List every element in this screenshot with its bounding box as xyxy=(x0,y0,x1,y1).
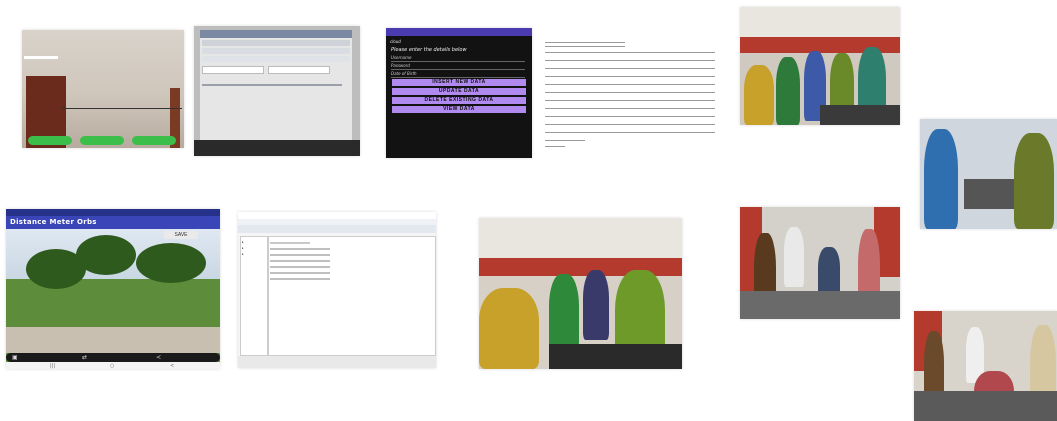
menu-bar xyxy=(202,40,350,46)
person xyxy=(583,270,609,340)
camera-controls xyxy=(6,353,220,362)
console-line xyxy=(545,92,715,93)
console-line xyxy=(545,76,715,77)
person xyxy=(744,65,774,125)
dob-underline xyxy=(391,77,525,78)
desk xyxy=(740,291,900,319)
console-line xyxy=(545,60,715,61)
camera-button-2[interactable] xyxy=(80,136,124,145)
app-name: cloud xyxy=(390,39,401,44)
dob-field[interactable]: Date of Birth xyxy=(391,71,417,76)
data-entry-app-screenshot: cloud Please enter the details below Use… xyxy=(386,28,532,158)
status-bar xyxy=(6,209,220,216)
ceiling xyxy=(479,218,682,258)
tree xyxy=(136,243,206,283)
username-underline xyxy=(391,61,525,62)
update-data-button[interactable]: UPDATE DATA xyxy=(392,88,526,95)
monitor-bezel xyxy=(194,140,360,156)
delete-data-button[interactable]: DELETE EXISTING DATA xyxy=(392,97,526,104)
camera-measure-screenshot xyxy=(22,30,184,148)
measure-line xyxy=(62,108,182,109)
insert-data-button[interactable]: INSERT NEW DATA xyxy=(392,79,526,86)
input-box-2 xyxy=(268,66,330,74)
list-header xyxy=(270,242,310,244)
list-item[interactable] xyxy=(270,278,330,280)
console-output xyxy=(545,38,715,150)
list-item[interactable] xyxy=(270,266,330,268)
console-line xyxy=(545,132,715,133)
username-field[interactable]: Username xyxy=(391,55,411,60)
view-data-button[interactable]: VIEW DATA xyxy=(392,106,526,113)
console-line xyxy=(545,84,715,85)
console-line xyxy=(545,116,715,117)
image-icon[interactable]: ▣ xyxy=(12,354,18,361)
toolbar xyxy=(202,48,350,54)
list-item[interactable] xyxy=(270,248,330,250)
save-button[interactable]: SAVE xyxy=(164,231,198,239)
app-title: Distance Meter Orbs xyxy=(10,218,97,226)
data-row xyxy=(202,84,342,86)
desk xyxy=(914,391,1057,421)
desk xyxy=(820,105,900,125)
person xyxy=(549,274,579,354)
status-bar xyxy=(386,28,532,36)
person xyxy=(784,227,804,287)
ceiling-light xyxy=(24,56,58,59)
list-item[interactable] xyxy=(270,254,330,256)
person xyxy=(479,288,539,369)
desktop-photo xyxy=(194,26,360,156)
person xyxy=(776,57,800,125)
person xyxy=(818,247,840,297)
person xyxy=(1014,133,1054,229)
status-footer xyxy=(238,356,436,368)
console-line xyxy=(545,140,585,141)
folder-icon[interactable]: ▸ xyxy=(242,240,244,244)
folder-icon[interactable]: ▸ xyxy=(242,252,244,256)
share-icon[interactable]: ≺ xyxy=(156,354,161,361)
monitor-screen xyxy=(200,30,352,142)
camera-button-1[interactable] xyxy=(28,136,72,145)
tree xyxy=(76,235,136,275)
lab-photo-2 xyxy=(920,119,1057,229)
list-item[interactable] xyxy=(270,260,330,262)
console-line xyxy=(545,146,565,147)
road xyxy=(6,327,220,353)
window-titlebar xyxy=(238,212,436,219)
console-line xyxy=(545,100,715,101)
console-line xyxy=(545,52,715,53)
nav-home-icon[interactable]: ○ xyxy=(110,363,114,369)
nav-back-icon[interactable]: < xyxy=(170,363,174,369)
console-line xyxy=(545,46,625,47)
share-icon[interactable]: ⇄ xyxy=(82,354,87,361)
console-line xyxy=(545,124,715,125)
file-manager-screenshot: ▸ ▸ ▸ xyxy=(238,212,436,368)
distance-meter-app-screenshot: Distance Meter Orbs SAVE ▣ ⇄ ≺ ||| ○ < xyxy=(6,209,220,369)
toolbar xyxy=(238,225,436,233)
nav-recent-icon[interactable]: ||| xyxy=(50,363,55,369)
tab-strip xyxy=(202,56,350,62)
prompt-text: Please enter the details below xyxy=(391,47,467,53)
classroom-photo-1 xyxy=(740,7,900,125)
list-item[interactable] xyxy=(270,272,330,274)
lab-photo-3 xyxy=(740,207,900,319)
password-field[interactable]: Password xyxy=(391,63,410,68)
password-underline xyxy=(391,69,525,70)
folder-tree xyxy=(240,236,268,356)
ceiling xyxy=(740,7,900,37)
classroom-photo-5 xyxy=(479,218,682,369)
console-line xyxy=(545,42,625,43)
input-box-1 xyxy=(202,66,264,74)
desk xyxy=(549,344,682,369)
lab-photo-4 xyxy=(914,311,1057,421)
console-line xyxy=(545,108,715,109)
folder-icon[interactable]: ▸ xyxy=(242,246,244,250)
console-line xyxy=(545,68,715,69)
person xyxy=(924,129,958,229)
window-titlebar xyxy=(200,30,352,38)
camera-button-3[interactable] xyxy=(132,136,176,145)
